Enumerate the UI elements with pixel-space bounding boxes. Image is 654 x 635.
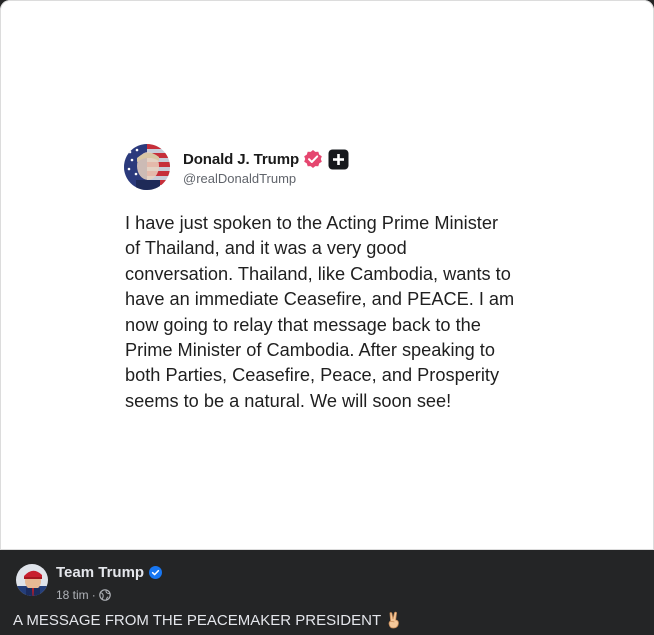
- verified-badge-icon: [149, 566, 163, 579]
- globe-icon[interactable]: [98, 589, 111, 601]
- truth-plus-badge-icon: [328, 149, 349, 169]
- verified-badge-icon: [304, 150, 322, 168]
- caption-text: A MESSAGE FROM THE PEACEMAKER PRESIDENT: [13, 611, 382, 629]
- peace-hand-icon: [388, 611, 399, 629]
- post-meta: 18 tim ·: [56, 588, 111, 602]
- truth-post-body: I have just spoken to the Acting Prime M…: [125, 213, 515, 411]
- meta-separator: ·: [91, 588, 96, 602]
- truth-avatar: [124, 144, 170, 190]
- post-timestamp-link[interactable]: 18 tim: [56, 588, 89, 602]
- truth-name-row: Donald J. Trump: [183, 148, 349, 170]
- page-name-link[interactable]: Team Trump: [56, 564, 144, 581]
- truth-header: Donald J. Trump @realDonaldTrump: [124, 144, 349, 190]
- page-author-row: Team Trump: [56, 564, 163, 581]
- truth-author-handle: @realDonaldTrump: [183, 171, 297, 186]
- post-image-truth-screenshot[interactable]: Donald J. Trump @realDonaldTrump I have …: [0, 0, 654, 550]
- truth-author-block: Donald J. Trump @realDonaldTrump: [183, 148, 349, 186]
- post-footer: Team Trump 18 tim · A MESSAGE FROM THE P…: [0, 550, 654, 635]
- facebook-post: Donald J. Trump @realDonaldTrump I have …: [0, 0, 654, 635]
- page-avatar[interactable]: [16, 564, 48, 596]
- truth-author-name: Donald J. Trump: [183, 150, 300, 168]
- post-caption: A MESSAGE FROM THE PEACEMAKER PRESIDENT: [13, 611, 402, 629]
